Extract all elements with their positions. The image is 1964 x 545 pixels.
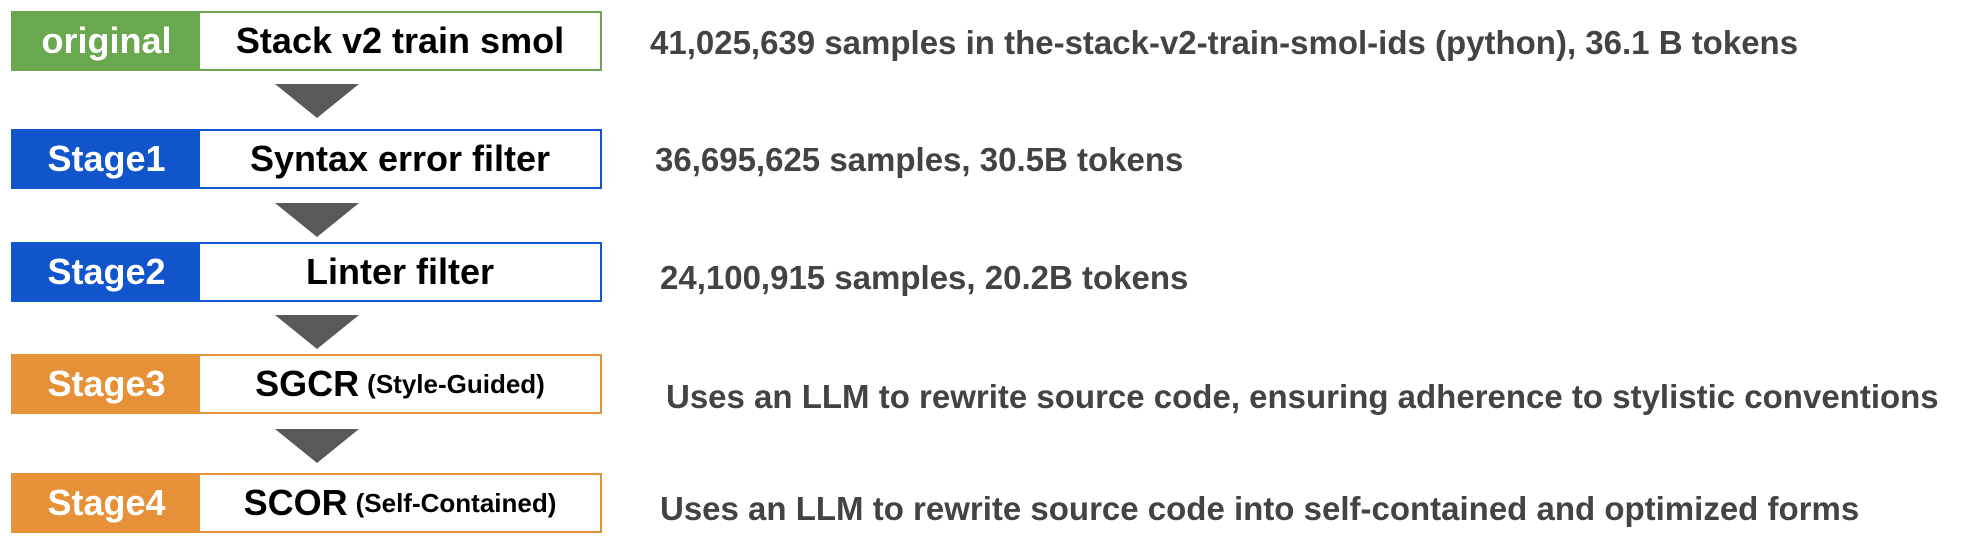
stage-badge: Stage1 bbox=[13, 131, 200, 187]
stage-title-text: Syntax error filter bbox=[249, 138, 551, 179]
stage-description: 36,695,625 samples, 30.5B tokens bbox=[655, 141, 1184, 178]
stage-3: Stage3 SGCR (Style-Guided) bbox=[11, 354, 602, 414]
stage-badge: Stage3 bbox=[13, 356, 200, 412]
down-arrow-icon bbox=[275, 84, 359, 118]
stage-description: 41,025,639 samples in the-stack-v2-train… bbox=[650, 24, 1799, 61]
stage-4: Stage4 SCOR (Self-Contained) bbox=[11, 473, 602, 533]
stage-description: Uses an LLM to rewrite source code into … bbox=[660, 490, 1860, 527]
stage-title: Syntax error filter bbox=[200, 131, 600, 187]
stage-title-text: SCOR bbox=[243, 482, 348, 523]
stage-description: Uses an LLM to rewrite source code, ensu… bbox=[666, 378, 1939, 415]
down-arrow-icon bbox=[275, 315, 359, 349]
stage-badge: Stage4 bbox=[13, 475, 200, 531]
stage-subtitle: (Self-Contained) bbox=[355, 487, 557, 518]
stage-subtitle: (Style-Guided) bbox=[367, 368, 545, 399]
stage-original: original Stack v2 train smol bbox=[11, 11, 602, 71]
stage-title: SCOR (Self-Contained) bbox=[200, 475, 600, 531]
stage-badge: Stage2 bbox=[13, 244, 200, 300]
stage-1: Stage1 Syntax error filter bbox=[11, 129, 602, 189]
stage-title-text: Stack v2 train smol bbox=[235, 20, 565, 61]
stage-title: Linter filter bbox=[200, 244, 600, 300]
down-arrow-icon bbox=[275, 203, 359, 237]
stage-badge: original bbox=[13, 13, 200, 69]
stage-title: SGCR (Style-Guided) bbox=[200, 356, 600, 412]
stage-description: 24,100,915 samples, 20.2B tokens bbox=[660, 259, 1189, 296]
stage-title: Stack v2 train smol bbox=[200, 13, 600, 69]
stage-title-text: Linter filter bbox=[305, 251, 494, 292]
stage-title-text: SGCR bbox=[255, 363, 360, 404]
stage-2: Stage2 Linter filter bbox=[11, 242, 602, 302]
down-arrow-icon bbox=[275, 429, 359, 463]
